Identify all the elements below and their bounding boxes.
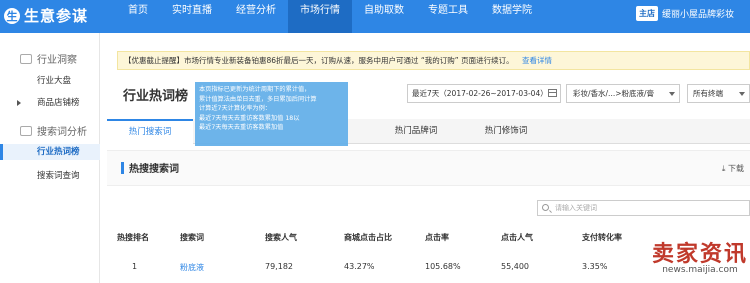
notice-text: 【优惠截止提醒】市场行情专业新装备铂惠86折最后一天，订购从速，服务中用户可通过… — [124, 56, 514, 65]
chevron-down-icon — [669, 92, 675, 96]
category-value: 彩妆/香水/...>粉底液/膏 — [573, 89, 655, 98]
chart-icon — [20, 125, 32, 136]
notice-bar: 【优惠截止提醒】市场行情专业新装备铂惠86折最后一天，订购从速，服务中用户可通过… — [117, 51, 750, 70]
search-placeholder: 请输入关键词 — [555, 204, 597, 212]
section-header: 热搜搜索词 ⤓ 下载 — [107, 150, 750, 186]
sidebar-item-product-store-ranking[interactable]: 商品店铺榜 — [0, 95, 100, 111]
download-label: 下载 — [728, 164, 744, 173]
expand-arrow-icon[interactable] — [17, 100, 21, 106]
watermark-brand: 卖家资讯 — [651, 242, 748, 267]
tooltip-line: 累计值算法由单日去重，多日累加后同计算 — [199, 95, 317, 103]
nav-menu: 首页 实时直播 经营分析 市场行情 自助取数 专题工具 数据学院 — [116, 0, 544, 33]
sidebar: 行业洞察 行业大盘 商品店铺榜 搜索词分析 行业热词榜 搜索词查询 — [0, 33, 100, 283]
watermark-url: news.maijia.com — [662, 265, 738, 275]
sidebar-group-label: 行业洞察 — [37, 55, 77, 66]
sidebar-group-industry-insight: 行业洞察 — [0, 51, 100, 66]
tooltip-line: 最近7天每天去重访客数累加值 — [199, 124, 284, 132]
cell-mall-click-ratio: 43.27% — [344, 262, 375, 271]
page-title: 行业热词榜 — [123, 89, 189, 104]
tab-hot-modifier-words[interactable]: 热门修饰词 — [461, 119, 551, 144]
col-header-click-popularity[interactable]: 点击人气 — [501, 232, 533, 243]
search-icon — [542, 204, 549, 211]
sidebar-group-search-analysis: 搜索词分析 — [0, 123, 100, 138]
logo-icon: 生 — [4, 7, 20, 24]
nav-item-realtime[interactable]: 实时直播 — [160, 0, 224, 33]
chevron-down-icon — [739, 92, 745, 96]
cell-search-word[interactable]: 粉底液 — [180, 262, 204, 273]
col-header-rank[interactable]: 热搜排名 — [117, 232, 149, 243]
col-header-search-word[interactable]: 搜索词 — [180, 232, 204, 243]
watermark: 卖家资讯 news.maijia.com — [652, 236, 748, 275]
tooltip-line: 计算近7天计算化率为例： — [199, 105, 271, 113]
nav-item-business-analysis[interactable]: 经营分析 — [224, 0, 288, 33]
date-range-value: 最近7天（2017-02-26~2017-03-04） — [412, 89, 548, 98]
terminal-value: 所有终端 — [693, 89, 723, 98]
sidebar-group-label: 搜索词分析 — [37, 127, 87, 138]
logo[interactable]: 生 生意参谋 — [4, 5, 88, 26]
nav-item-special-tools[interactable]: 专题工具 — [416, 0, 480, 33]
cell-search-popularity: 79,182 — [265, 262, 293, 271]
section-accent-bar — [121, 162, 124, 174]
sidebar-item-industry-overview[interactable]: 行业大盘 — [0, 73, 100, 89]
terminal-select[interactable]: 所有终端 — [687, 84, 750, 103]
col-header-payment-conversion[interactable]: 支付转化率 — [582, 232, 622, 243]
cell-click-popularity: 55,400 — [501, 262, 529, 271]
keyword-search-input[interactable]: 请输入关键词 — [537, 200, 750, 216]
cell-payment-conversion: 3.35% — [582, 262, 608, 271]
nav-item-data-academy[interactable]: 数据学院 — [480, 0, 544, 33]
nav-item-home[interactable]: 首页 — [116, 0, 160, 33]
sidebar-item-search-word-query[interactable]: 搜索词查询 — [0, 168, 100, 184]
col-header-mall-click-ratio[interactable]: 商城点击占比 — [344, 232, 392, 243]
metric-tooltip: 本页指标已更新为统计周期下的累计值， 累计值算法由单日去重，多日累加后同计算 计… — [195, 82, 348, 146]
cell-click-rate: 105.68% — [425, 262, 461, 271]
store-badge: 主店 — [636, 6, 658, 21]
date-range-picker[interactable]: 最近7天（2017-02-26~2017-03-04） — [407, 84, 561, 103]
nav-item-self-service-data[interactable]: 自助取数 — [352, 0, 416, 33]
col-header-search-popularity[interactable]: 搜索人气 — [265, 232, 297, 243]
tab-hot-brand-words[interactable]: 热门品牌词 — [371, 119, 461, 144]
notice-details-link[interactable]: 查看详情 — [522, 56, 552, 65]
download-button[interactable]: ⤓ 下载 — [722, 163, 744, 174]
tab-hot-search-words[interactable]: 热门搜索词 — [107, 119, 193, 144]
category-select[interactable]: 彩妆/香水/...>粉底液/膏 — [566, 84, 680, 103]
store-name: 缓丽小屋品牌彩妆 — [662, 10, 735, 20]
store-switcher[interactable]: 主店 缓丽小屋品牌彩妆 — [636, 6, 750, 21]
top-nav: 生 生意参谋 首页 实时直播 经营分析 市场行情 自助取数 专题工具 数据学院 … — [0, 0, 750, 33]
sidebar-item-label: 商品店铺榜 — [37, 98, 80, 108]
tooltip-line: 最近7天每天去重访客数累加值 18以 — [199, 114, 300, 122]
section-title: 热搜搜索词 — [129, 164, 179, 175]
col-header-click-rate[interactable]: 点击率 — [425, 232, 449, 243]
calendar-icon[interactable] — [548, 89, 557, 97]
tooltip-line: 本页指标已更新为统计周期下的累计值， — [199, 86, 311, 93]
cell-rank: 1 — [132, 262, 138, 271]
logo-text: 生意参谋 — [24, 7, 89, 25]
nav-item-market[interactable]: 市场行情 — [288, 0, 352, 33]
chat-icon — [20, 53, 32, 64]
sidebar-item-industry-hot-words[interactable]: 行业热词榜 — [0, 144, 100, 160]
